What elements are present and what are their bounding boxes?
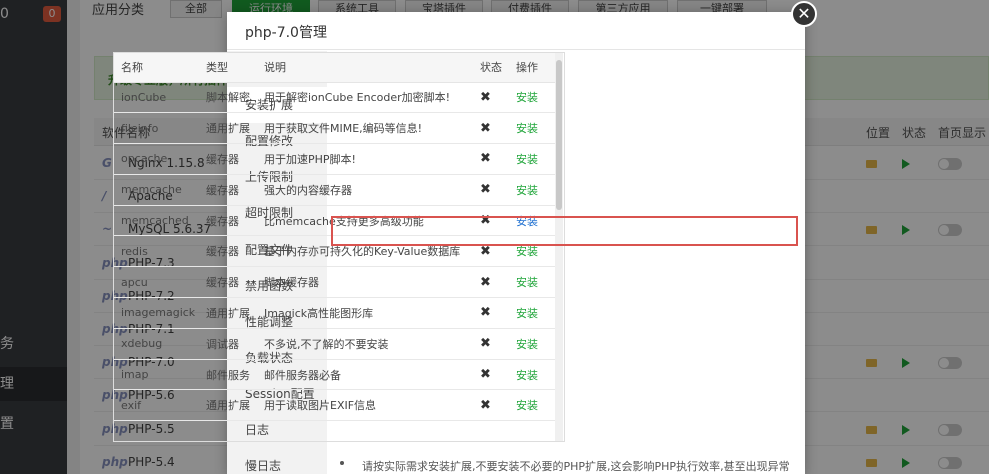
extension-description: 用于加速PHP脚本! bbox=[257, 143, 473, 175]
extensions-table: 名称 类型 说明 状态 操作 ionCube 脚本解密 用于解密ionCube Encode… bbox=[114, 53, 559, 422]
extension-type: 调试器 bbox=[199, 328, 257, 360]
table-row: imap 邮件服务 邮件服务器必备 ✖ 安装 bbox=[114, 359, 559, 391]
table-row: fileinfo 通用扩展 用于获取文件MIME,编码等信息! ✖ 安装 bbox=[114, 112, 559, 145]
extension-type: 脚本解密 bbox=[199, 82, 257, 114]
close-icon[interactable]: ✕ bbox=[791, 1, 817, 27]
extension-name: imagemagick bbox=[114, 297, 199, 329]
extension-name: exif bbox=[114, 389, 199, 422]
install-button[interactable]: 安装 bbox=[509, 235, 559, 268]
extension-type: 缓存器 bbox=[199, 143, 257, 175]
status-x-icon: ✖ bbox=[473, 328, 509, 360]
extension-description: 邮件服务器必备 bbox=[257, 359, 473, 391]
column-header: 操作 bbox=[509, 53, 559, 83]
extension-description: 脚本缓存器 bbox=[257, 266, 473, 299]
status-x-icon: ✖ bbox=[473, 112, 509, 145]
extension-name: opcache bbox=[114, 143, 199, 175]
tip-bullet bbox=[340, 461, 344, 465]
install-button[interactable]: 安装 bbox=[509, 389, 559, 422]
extension-type: 缓存器 bbox=[199, 266, 257, 299]
install-button[interactable]: 安装 bbox=[509, 266, 559, 299]
column-header: 说明 bbox=[257, 53, 473, 83]
extension-type: 通用扩展 bbox=[199, 297, 257, 329]
extension-name: imap bbox=[114, 359, 199, 391]
status-x-icon: ✖ bbox=[473, 389, 509, 422]
status-x-icon: ✖ bbox=[473, 205, 509, 237]
column-header: 类型 bbox=[199, 53, 257, 83]
column-header: 名称 bbox=[114, 53, 199, 83]
nav-item-11[interactable]: 慢日志 bbox=[227, 448, 327, 474]
extension-name: fileinfo bbox=[114, 112, 199, 145]
extension-name: xdebug bbox=[114, 328, 199, 360]
extension-type: 通用扩展 bbox=[199, 112, 257, 145]
install-button[interactable]: 安装 bbox=[509, 143, 559, 175]
table-row: apcu 缓存器 脚本缓存器 ✖ 安装 bbox=[114, 266, 559, 299]
table-row: xdebug 调试器 不多说,不了解的不要安装 ✖ 安装 bbox=[114, 328, 559, 360]
extension-description: 用于获取文件MIME,编码等信息! bbox=[257, 112, 473, 145]
dialog-title: php-7.0管理 bbox=[245, 25, 327, 41]
table-row: exif 通用扩展 用于读取图片EXIF信息 ✖ 安装 bbox=[114, 389, 559, 422]
extension-description: 比memcache支持更多高级功能 bbox=[257, 205, 473, 237]
extension-name: ionCube bbox=[114, 82, 199, 114]
install-button[interactable]: 安装 bbox=[509, 359, 559, 391]
scrollbar-thumb[interactable] bbox=[556, 60, 562, 210]
dialog-header: php-7.0管理 bbox=[227, 12, 805, 50]
status-x-icon: ✖ bbox=[473, 266, 509, 299]
install-button[interactable]: 安装 bbox=[509, 328, 559, 360]
install-button[interactable]: 安装 bbox=[509, 112, 559, 145]
extension-type: 邮件服务 bbox=[199, 359, 257, 391]
extension-description: 用于读取图片EXIF信息 bbox=[257, 389, 473, 422]
extension-type: 通用扩展 bbox=[199, 389, 257, 422]
status-x-icon: ✖ bbox=[473, 297, 509, 329]
table-row: memcached 缓存器 比memcache支持更多高级功能 ✖ 安装 bbox=[114, 205, 559, 237]
extension-description: 强大的内容缓存器 bbox=[257, 174, 473, 206]
install-button[interactable]: 安装 bbox=[509, 205, 559, 237]
install-button[interactable]: 安装 bbox=[509, 297, 559, 329]
status-x-icon: ✖ bbox=[473, 82, 509, 114]
status-x-icon: ✖ bbox=[473, 235, 509, 268]
extensions-panel: 名称 类型 说明 状态 操作 ionCube 脚本解密 用于解密ionCube Encode… bbox=[113, 52, 565, 442]
extension-name: apcu bbox=[114, 266, 199, 299]
extension-type: 缓存器 bbox=[199, 235, 257, 268]
table-row: opcache 缓存器 用于加速PHP脚本! ✖ 安装 bbox=[114, 143, 559, 175]
status-x-icon: ✖ bbox=[473, 174, 509, 206]
table-row: memcache 缓存器 强大的内容缓存器 ✖ 安装 bbox=[114, 174, 559, 206]
extension-type: 缓存器 bbox=[199, 205, 257, 237]
extension-name: memcache bbox=[114, 174, 199, 206]
column-header: 状态 bbox=[473, 53, 509, 83]
extension-name: redis bbox=[114, 235, 199, 268]
status-x-icon: ✖ bbox=[473, 143, 509, 175]
table-row: imagemagick 通用扩展 Imagick高性能图形库 ✖ 安装 bbox=[114, 297, 559, 329]
install-button[interactable]: 安装 bbox=[509, 174, 559, 206]
extension-type: 缓存器 bbox=[199, 174, 257, 206]
install-tip: 请按实际需求安装扩展,不要安装不必要的PHP扩展,这会影响PHP执行效率,甚至出… bbox=[362, 460, 790, 473]
table-row: redis 缓存器 基于内存亦可持久化的Key-Value数据库 ✖ 安装 bbox=[114, 235, 559, 268]
extension-description: Imagick高性能图形库 bbox=[257, 297, 473, 329]
install-button[interactable]: 安装 bbox=[509, 82, 559, 114]
status-x-icon: ✖ bbox=[473, 359, 509, 391]
extension-description: 基于内存亦可持久化的Key-Value数据库 bbox=[257, 235, 473, 268]
table-row: ionCube 脚本解密 用于解密ionCube Encoder加密脚本! ✖ 安装 bbox=[114, 82, 559, 114]
extension-name: memcached bbox=[114, 205, 199, 237]
extension-description: 用于解密ionCube Encoder加密脚本! bbox=[257, 82, 473, 114]
extension-description: 不多说,不了解的不要安装 bbox=[257, 328, 473, 360]
